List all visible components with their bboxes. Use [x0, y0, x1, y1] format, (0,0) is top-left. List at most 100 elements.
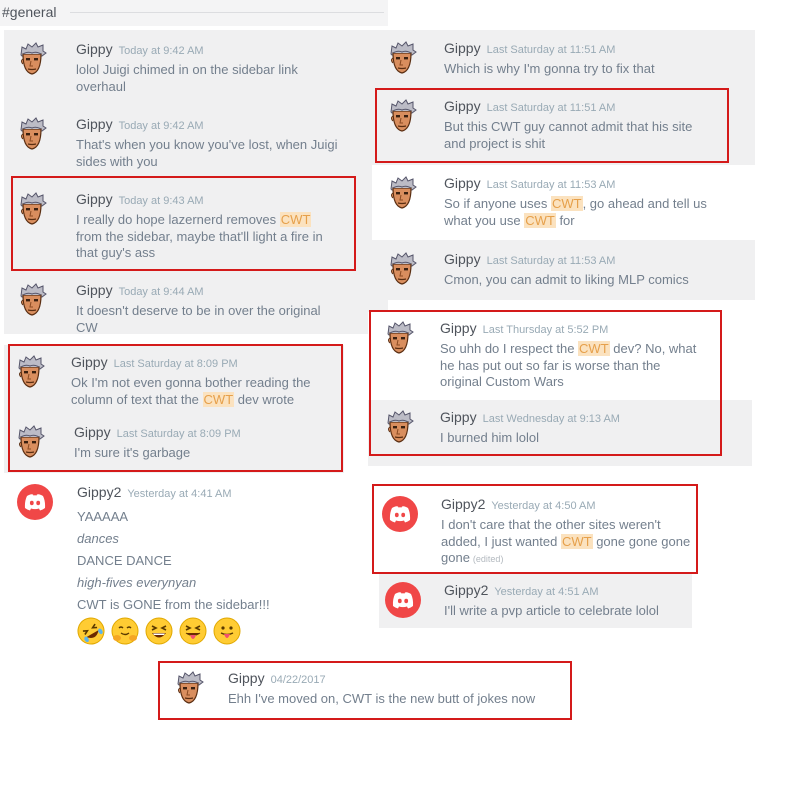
avatar[interactable]: [381, 320, 417, 356]
message-line: he has put out so far is worse than the: [440, 358, 725, 375]
message-timestamp: Yesterday at 4:51 AM: [494, 586, 599, 598]
message-timestamp: Last Thursday at 5:52 PM: [482, 324, 609, 336]
message-content: It doesn't deserve to be in over the ori…: [76, 303, 361, 336]
gippy-avatar-icon: [390, 41, 417, 74]
avatar[interactable]: [384, 251, 420, 287]
text-run: overhaul: [76, 78, 126, 94]
avatar[interactable]: [14, 191, 50, 227]
text-run: that guy's ass: [76, 245, 156, 260]
text-run: he has put out so far is worse than the: [440, 357, 661, 373]
message-line: gone (edited): [441, 550, 726, 568]
message-author[interactable]: Gippy: [444, 175, 481, 191]
message-content: Ok I'm not even gonna bother reading the…: [71, 375, 356, 408]
message-line: Ok I'm not even gonna bother reading the: [71, 375, 356, 392]
message-author[interactable]: Gippy: [228, 670, 265, 686]
rolling-on-floor-laughing-icon: [77, 617, 105, 645]
message-author[interactable]: Gippy: [76, 282, 113, 298]
gippy-avatar-icon: [20, 283, 47, 316]
message-content: Which is why I'm gonna try to fix that: [444, 61, 729, 78]
text-run: That's when you know you've lost, when J…: [76, 137, 338, 152]
message-timestamp: Yesterday at 4:50 AM: [491, 500, 596, 512]
message-line: sides with you: [76, 154, 361, 171]
avatar[interactable]: [382, 496, 418, 532]
gippy-avatar-icon: [20, 192, 47, 225]
message-author[interactable]: Gippy2: [77, 484, 121, 500]
message-author[interactable]: Gippy2: [441, 496, 485, 512]
message-line: It doesn't deserve to be in over the ori…: [76, 303, 361, 320]
text-run: column of text that the: [71, 391, 203, 407]
text-run: original Custom Wars: [440, 374, 564, 389]
text-run: CWT is GONE from the sidebar!!!: [77, 597, 270, 612]
message-line: from the sidebar, maybe that'll light a …: [76, 229, 361, 246]
avatar[interactable]: [12, 424, 48, 460]
gippy-avatar-icon: [387, 321, 414, 354]
message-line: high-fives everynyan: [77, 572, 362, 594]
message-line: Ehh I've moved on, CWT is the new butt o…: [228, 691, 558, 708]
message-line: added, I just wanted CWT gone gone gone: [441, 533, 726, 551]
gippy-avatar-icon: [390, 252, 417, 285]
message-line: DANCE DANCE: [77, 550, 362, 572]
message-content: I really do hope lazernerd removes CWT fr…: [76, 212, 361, 262]
message-author[interactable]: Gippy: [440, 320, 477, 336]
text-run: sides with you: [76, 153, 158, 169]
message-author[interactable]: Gippy: [76, 41, 113, 57]
message-content: I'm sure it's garbage: [74, 445, 359, 462]
text-run: Ehh I've moved on, CWT is the new butt o…: [228, 691, 536, 706]
message-timestamp: Last Saturday at 11:51 AM: [486, 44, 616, 56]
message-line: YAAAAA: [77, 506, 362, 528]
message-author[interactable]: Gippy: [444, 40, 481, 56]
message-author[interactable]: Gippy: [76, 116, 113, 132]
avatar[interactable]: [381, 409, 417, 445]
message-timestamp: Last Saturday at 11:53 AM: [486, 255, 616, 267]
channel-header: #general: [0, 0, 388, 26]
avatar[interactable]: [14, 116, 50, 152]
message-timestamp: Last Saturday at 11:53 AM: [486, 179, 616, 191]
message-line: overhaul: [76, 79, 361, 96]
keyword-highlight: CWT: [524, 212, 556, 228]
text-run: I really do hope lazernerd removes: [76, 212, 280, 227]
avatar[interactable]: [17, 484, 53, 520]
avatar[interactable]: [12, 354, 48, 390]
header-divider: [70, 12, 384, 13]
message-content: Cmon, you can admit to liking MLP comics: [444, 272, 729, 289]
text-run: I don't care that the other sites weren'…: [441, 517, 661, 532]
message-line: original Custom Wars: [440, 374, 725, 391]
avatar[interactable]: [384, 40, 420, 76]
text-run: I burned him lolol: [440, 430, 539, 445]
message-line: I don't care that the other sites weren'…: [441, 517, 726, 534]
channel-name: #general: [2, 4, 57, 20]
keyword-highlight: CWT: [202, 391, 235, 407]
message-content: I don't care that the other sites weren'…: [441, 517, 726, 568]
gippy-avatar-icon: [387, 410, 414, 443]
avatar[interactable]: [384, 98, 420, 134]
avatar[interactable]: [171, 670, 207, 706]
message-author[interactable]: Gippy: [76, 191, 113, 207]
message-content: lolol Juigi chimed in on the sidebar lin…: [76, 62, 361, 95]
gippy-avatar-icon: [177, 671, 204, 704]
text-run: Cmon, you can admit to liking MLP comics: [444, 272, 689, 287]
discord-logo-icon: [17, 484, 53, 520]
message-author[interactable]: Gippy: [440, 409, 477, 425]
avatar[interactable]: [14, 41, 50, 77]
face-with-tongue-icon: [213, 617, 241, 645]
message-line: So uhh do I respect the CWT dev? No, wha…: [440, 341, 725, 358]
message-line: But this CWT guy cannot admit that his s…: [444, 119, 729, 136]
avatar[interactable]: [384, 175, 420, 211]
avatar[interactable]: [14, 282, 50, 318]
text-run: It doesn't deserve to be in over the ori…: [76, 303, 321, 318]
message-line: That's when you know you've lost, when J…: [76, 137, 361, 154]
text-run: So if anyone uses: [444, 196, 551, 211]
message-author[interactable]: Gippy: [71, 354, 108, 370]
text-run: , go ahead and tell us: [582, 196, 707, 211]
gippy-avatar-icon: [18, 355, 45, 388]
message-author[interactable]: Gippy: [444, 251, 481, 267]
text-run: Ok I'm not even gonna bother reading the: [71, 375, 311, 390]
message-author[interactable]: Gippy: [74, 424, 111, 440]
message-line: CWT is GONE from the sidebar!!!: [77, 594, 362, 616]
message-line: I'm sure it's garbage: [74, 445, 359, 462]
text-run: Which is why I'm gonna try to fix that: [444, 61, 655, 76]
message-author[interactable]: Gippy2: [444, 582, 488, 598]
avatar[interactable]: [385, 582, 421, 618]
gippy-avatar-icon: [20, 117, 47, 150]
message-author[interactable]: Gippy: [444, 98, 481, 114]
